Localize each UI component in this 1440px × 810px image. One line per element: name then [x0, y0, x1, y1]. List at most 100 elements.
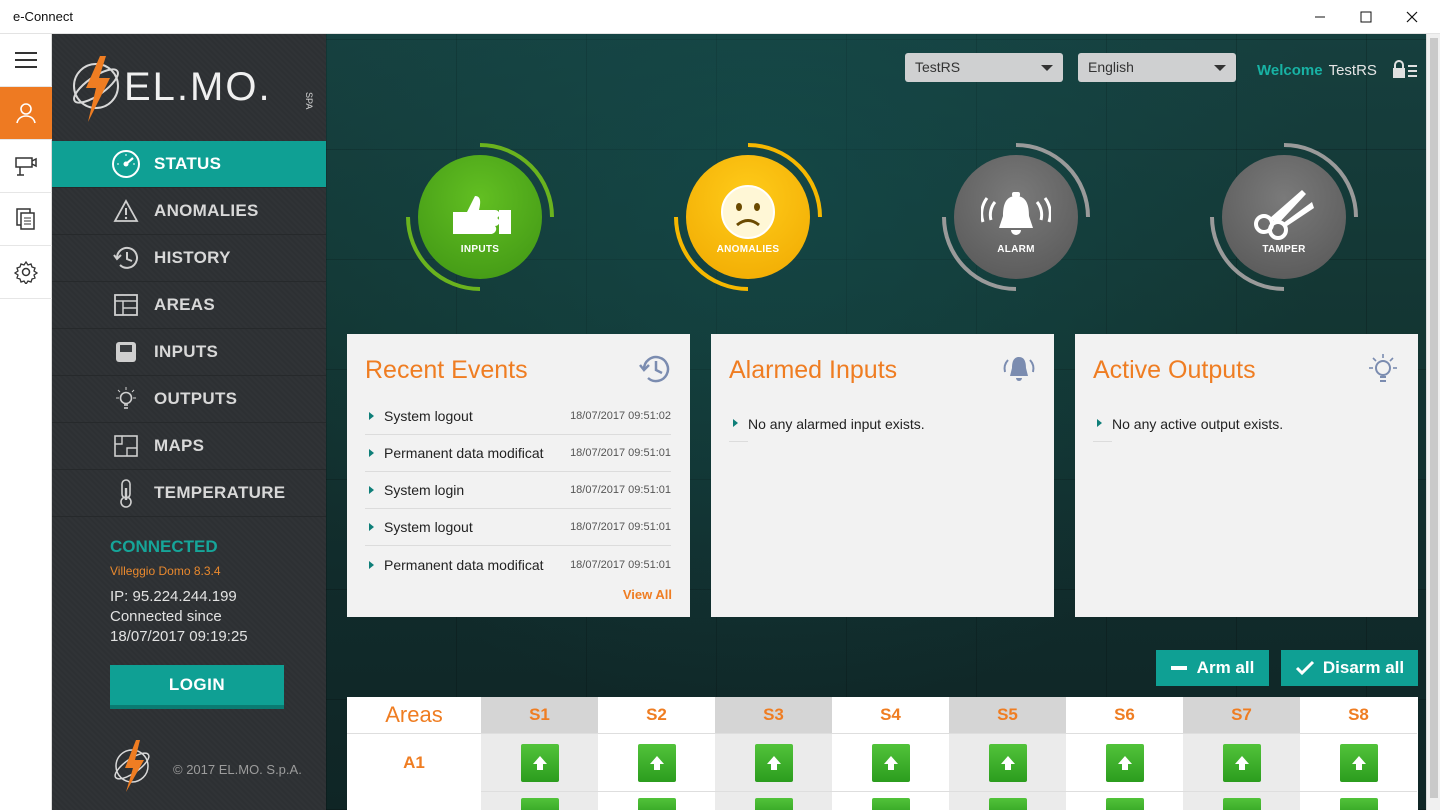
status-inputs[interactable]: INPUTS: [404, 141, 556, 293]
nav-inputs-label: INPUTS: [154, 342, 219, 361]
status-anomalies-label: ANOMALIES: [716, 244, 780, 255]
connection-info: CONNECTED Villeggio Domo 8.3.4 IP: 95.22…: [110, 537, 320, 647]
arrow-up-icon: [1234, 755, 1249, 770]
alarmed-inputs-panel: Alarmed Inputs No any alarmed input exis…: [711, 334, 1054, 617]
map-icon: [106, 431, 146, 461]
thumbs-up-icon: [453, 196, 511, 234]
login-button[interactable]: LOGIN: [110, 665, 284, 709]
scrollbar-thumb[interactable]: [1430, 38, 1438, 798]
status-alarm[interactable]: ALARM: [940, 141, 1092, 293]
arm-state-button[interactable]: [637, 798, 676, 810]
main-content: TestRS English Welcome TestRS INPUTS ANO…: [326, 34, 1426, 810]
rail-user-button[interactable]: [0, 87, 52, 140]
recent-events-panel: Recent Events System logout 18/07/2017 09…: [347, 334, 690, 617]
sector-header: S4: [880, 705, 901, 724]
chevron-down-icon: [1214, 65, 1226, 71]
minus-icon: [1170, 666, 1187, 670]
list-item[interactable]: System logout 18/07/2017 09:51:02: [365, 398, 671, 435]
welcome-text: Welcome TestRS: [1257, 62, 1377, 79]
table-cell: [715, 791, 832, 810]
nav-history-label: HISTORY: [154, 248, 231, 267]
bulb-icon: [1369, 354, 1397, 382]
arm-state-button[interactable]: [637, 743, 676, 782]
nav-areas-label: AREAS: [154, 295, 216, 314]
area-row-label: A1: [347, 733, 481, 791]
language-select[interactable]: English: [1078, 53, 1236, 82]
arm-state-button[interactable]: [1339, 798, 1378, 810]
nav-anomalies-label: ANOMALIES: [154, 201, 259, 220]
sector-header: S2: [646, 705, 667, 724]
status-anomalies[interactable]: ANOMALIES: [672, 141, 824, 293]
view-all-link[interactable]: View All: [623, 587, 672, 602]
documents-icon: [16, 208, 35, 230]
arm-state-button[interactable]: [871, 798, 910, 810]
arm-state-button[interactable]: [988, 798, 1027, 810]
status-tamper[interactable]: TAMPER: [1208, 141, 1360, 293]
list-item[interactable]: Permanent data modificat 18/07/2017 09:51…: [365, 546, 671, 583]
arm-state-button[interactable]: [1222, 743, 1261, 782]
rail-camera-button[interactable]: [0, 140, 52, 193]
vertical-scrollbar[interactable]: [1426, 34, 1440, 810]
hamburger-menu-button[interactable]: [0, 34, 52, 87]
close-button[interactable]: [1389, 0, 1435, 34]
sidebar: EL.MO. SPA STATUS ANOMALIES HISTORY AREA…: [52, 34, 334, 810]
recent-events-list: System logout 18/07/2017 09:51:02 Permane…: [365, 398, 671, 583]
list-item[interactable]: System logout 18/07/2017 09:51:01: [365, 509, 671, 546]
arrow-up-icon: [649, 755, 664, 770]
nav-anomalies[interactable]: ANOMALIES: [52, 188, 326, 235]
arm-state-button[interactable]: [754, 743, 793, 782]
list-item[interactable]: Permanent data modificat 18/07/2017 09:51…: [365, 435, 671, 472]
arrow-up-icon: [1117, 755, 1132, 770]
arm-state-button[interactable]: [1105, 743, 1144, 782]
list-item[interactable]: System login 18/07/2017 09:51:01: [365, 472, 671, 509]
areas-icon: [106, 290, 146, 320]
sad-face-icon: [721, 185, 775, 239]
arm-state-button[interactable]: [520, 743, 559, 782]
maximize-button[interactable]: [1343, 0, 1389, 34]
status-tamper-label: TAMPER: [1262, 244, 1306, 255]
table-cell: [481, 733, 598, 791]
nav-maps[interactable]: MAPS: [52, 423, 326, 470]
minimize-button[interactable]: [1297, 0, 1343, 34]
sector-header: S6: [1114, 705, 1135, 724]
inputs-icon: [106, 337, 146, 367]
lock-menu-icon[interactable]: [1391, 60, 1419, 80]
alarmed-inputs-title: Alarmed Inputs: [729, 356, 898, 384]
nav-history[interactable]: HISTORY: [52, 235, 326, 282]
rail-settings-button[interactable]: [0, 246, 52, 299]
table-cell: [1300, 791, 1417, 810]
connection-status: CONNECTED: [110, 537, 218, 556]
nav-outputs[interactable]: OUTPUTS: [52, 376, 326, 423]
nav-temperature-label: TEMPERATURE: [154, 483, 286, 502]
table-cell: [598, 791, 715, 810]
arm-state-button[interactable]: [520, 798, 559, 810]
gauge-icon: [106, 149, 146, 179]
arm-all-button[interactable]: Arm all: [1156, 650, 1269, 686]
table-cell: [832, 791, 949, 810]
table-cell: [1066, 791, 1183, 810]
connected-since-time: 18/07/2017 09:19:25: [110, 628, 248, 645]
rail-documents-button[interactable]: [0, 193, 52, 246]
nav-temperature[interactable]: TEMPERATURE: [52, 470, 326, 517]
arm-state-button[interactable]: [1339, 743, 1378, 782]
sector-header: S7: [1183, 697, 1300, 733]
history-icon: [639, 355, 670, 383]
arm-state-button[interactable]: [1105, 798, 1144, 810]
language-select-value: English: [1088, 59, 1134, 75]
arm-state-button[interactable]: [871, 743, 910, 782]
window-titlebar: e-Connect: [0, 0, 1440, 34]
recent-events-title: Recent Events: [365, 356, 528, 384]
arm-state-button[interactable]: [988, 743, 1027, 782]
sector-header: S5: [949, 697, 1066, 733]
svg-text:SPA: SPA: [304, 92, 314, 109]
disarm-all-button[interactable]: Disarm all: [1281, 650, 1418, 686]
nav-status[interactable]: STATUS: [52, 141, 334, 188]
nav-areas[interactable]: AREAS: [52, 282, 326, 329]
table-cell: [598, 733, 715, 791]
site-select[interactable]: TestRS: [905, 53, 1063, 82]
nav-inputs[interactable]: INPUTS: [52, 329, 326, 376]
table-cell: [715, 733, 832, 791]
sector-header: S1: [481, 697, 598, 733]
arm-state-button[interactable]: [1222, 798, 1261, 810]
arm-state-button[interactable]: [754, 798, 793, 810]
